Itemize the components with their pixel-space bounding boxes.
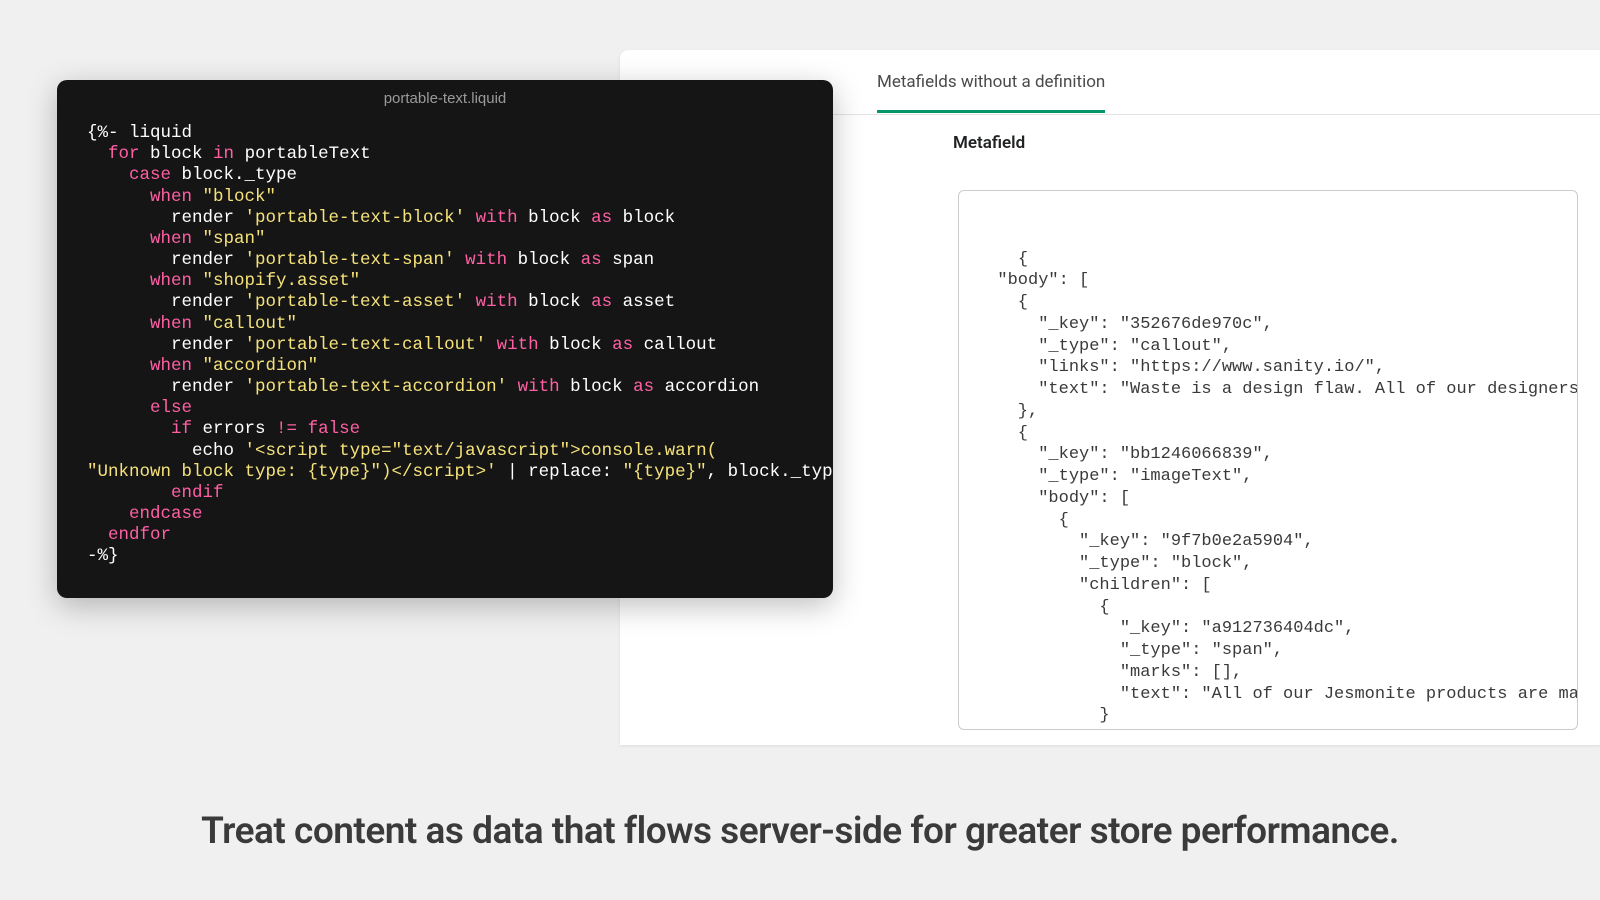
code-editor-panel: portable-text.liquid {%- liquid for bloc… (57, 80, 833, 598)
code-content[interactable]: {%- liquid for block in portableText cas… (57, 113, 833, 588)
metafield-json-content: { "body": [ { "_key": "352676de970c", "_… (977, 250, 1578, 731)
code-filename: portable-text.liquid (57, 80, 833, 113)
format-json-link[interactable]: Format JSON (958, 744, 1054, 745)
metafield-json-editor[interactable]: { "body": [ { "_key": "352676de970c", "_… (958, 190, 1578, 730)
expand-icon[interactable] (1541, 203, 1563, 225)
page-headline: Treat content as data that flows server-… (0, 810, 1600, 853)
tab-metafields-without-definition[interactable]: Metafields without a definition (877, 52, 1105, 112)
